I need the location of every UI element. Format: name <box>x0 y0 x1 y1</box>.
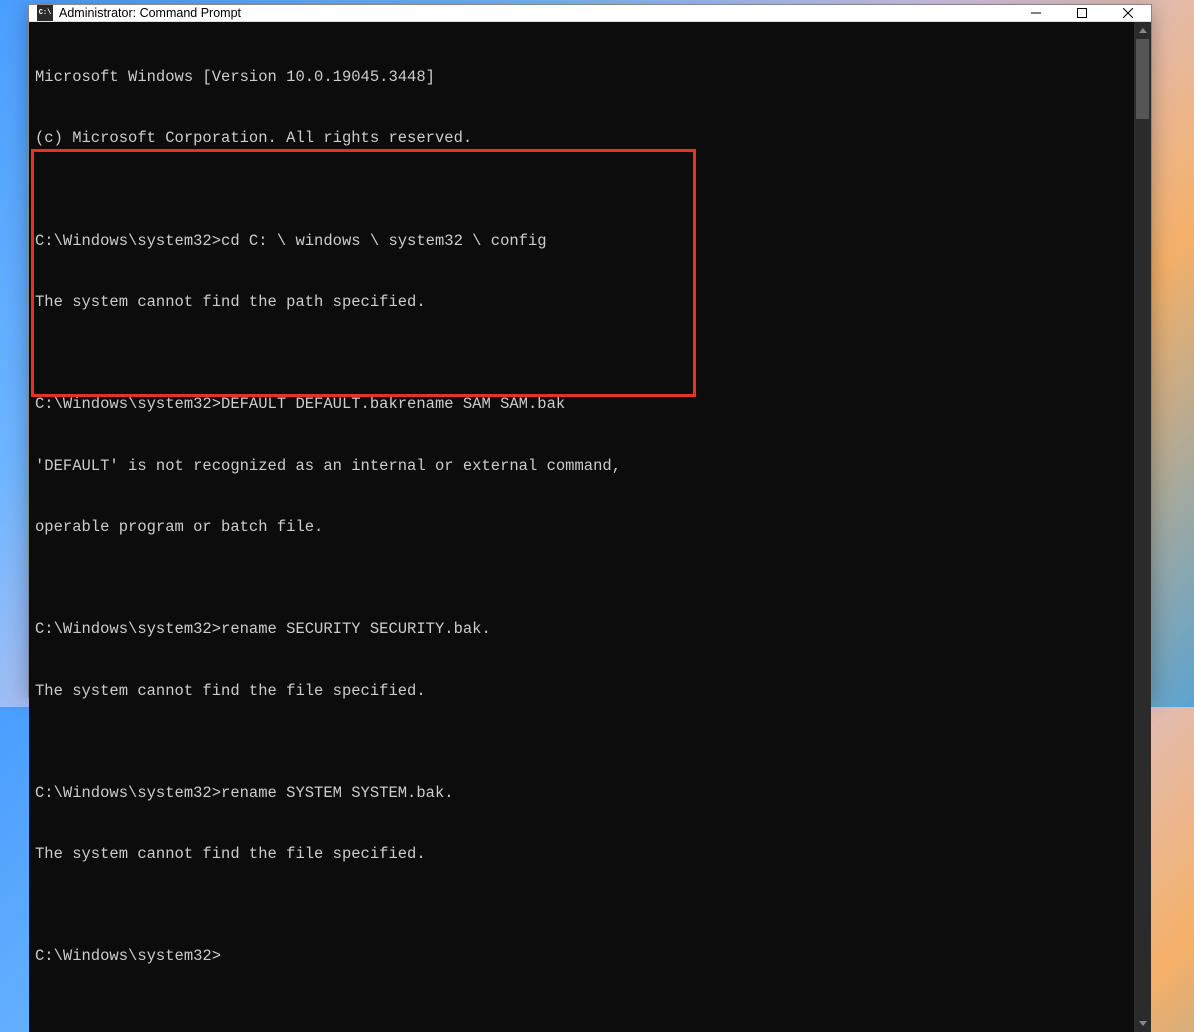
terminal-line: The system cannot find the path specifie… <box>35 292 1128 312</box>
scroll-down-arrow-icon[interactable] <box>1134 1015 1151 1032</box>
close-button[interactable] <box>1105 5 1151 21</box>
annotation-highlight-box <box>31 149 696 397</box>
scrollbar-thumb[interactable] <box>1136 39 1149 119</box>
terminal-line: C:\Windows\system32>DEFAULT DEFAULT.bakr… <box>35 394 1128 414</box>
cmd-icon: C:\ <box>37 5 53 21</box>
terminal-line: C:\Windows\system32>cd C: \ windows \ sy… <box>35 231 1128 251</box>
window-controls <box>1013 5 1151 21</box>
terminal-line: C:\Windows\system32>rename SYSTEM SYSTEM… <box>35 783 1128 803</box>
terminal-content[interactable]: Microsoft Windows [Version 10.0.19045.34… <box>29 22 1134 1032</box>
terminal-line: The system cannot find the file specifie… <box>35 681 1128 701</box>
terminal-line: C:\Windows\system32>rename SECURITY SECU… <box>35 619 1128 639</box>
minimize-button[interactable] <box>1013 5 1059 21</box>
terminal-line: 'DEFAULT' is not recognized as an intern… <box>35 456 1128 476</box>
maximize-button[interactable] <box>1059 5 1105 21</box>
terminal-line: C:\Windows\system32> <box>35 946 1128 966</box>
window-title: Administrator: Command Prompt <box>59 6 1013 20</box>
terminal-line: (c) Microsoft Corporation. All rights re… <box>35 128 1128 148</box>
terminal-line: operable program or batch file. <box>35 517 1128 537</box>
titlebar[interactable]: C:\ Administrator: Command Prompt <box>29 5 1151 22</box>
terminal-line: The system cannot find the file specifie… <box>35 844 1128 864</box>
command-prompt-window: C:\ Administrator: Command Prompt Micros… <box>28 4 1152 698</box>
vertical-scrollbar[interactable] <box>1134 22 1151 1032</box>
scroll-up-arrow-icon[interactable] <box>1134 22 1151 39</box>
terminal-area: Microsoft Windows [Version 10.0.19045.34… <box>29 22 1151 1032</box>
terminal-line: Microsoft Windows [Version 10.0.19045.34… <box>35 67 1128 87</box>
